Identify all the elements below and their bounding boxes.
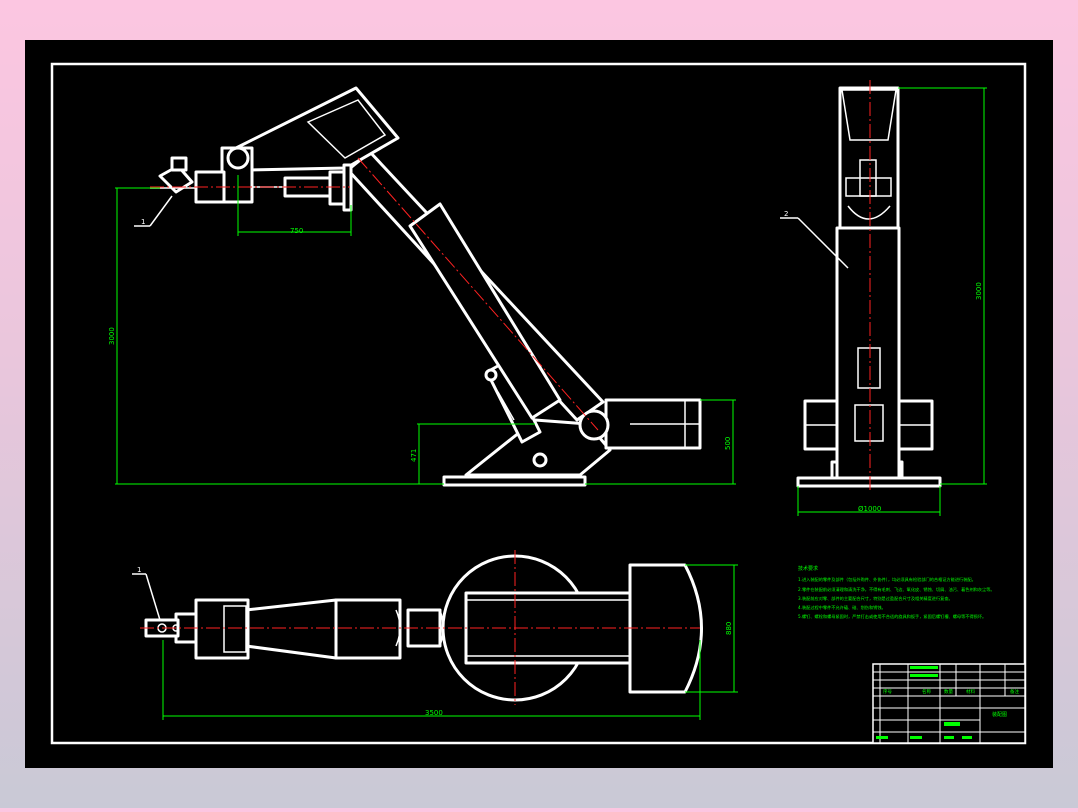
base-plate xyxy=(442,475,587,487)
tb-mark xyxy=(962,736,972,739)
base-pin xyxy=(532,452,548,468)
tb-col-2: 名称 xyxy=(922,688,931,695)
cad-viewer: 750 3000 471 500 1 3000 Ø1000 2 3500 880… xyxy=(0,0,1078,808)
part-label-2: 2 xyxy=(784,210,788,218)
tb-mark xyxy=(910,736,922,739)
dim-front-base-width: Ø1000 xyxy=(858,505,881,513)
dim-top-width: 880 xyxy=(725,622,733,635)
tech-line-5: 5.螺钉、螺栓和螺母紧固时，严禁打击或使用不合适的旋具和扳手，紧固后螺钉槽、螺母… xyxy=(798,613,986,620)
dim-side-height: 3000 xyxy=(108,327,116,345)
elbow-joint xyxy=(226,146,250,170)
tb-col-5: 备注 xyxy=(1010,688,1019,695)
part-label-1: 1 xyxy=(141,218,145,226)
dim-side-reach: 750 xyxy=(290,227,303,235)
tech-line-3: 3.装配前应对零、部件的主要配合尺寸，特别是过盈配合尺寸及相关精度进行复查。 xyxy=(798,595,953,602)
tech-line-2: 2.零件在装配前必须清理和清洗干净，不得有毛刺、飞边、氧化皮、锈蚀、切屑、油污、… xyxy=(798,586,995,593)
tb-col-1: 序号 xyxy=(883,688,892,695)
tb-mark xyxy=(944,722,960,726)
dim-side-base-height: 471 xyxy=(410,449,418,462)
top-wrist xyxy=(194,598,250,660)
tech-line-1: 1.进入装配的零件及部件（包括外购件、外协件），均必须具有检验部门的合格证方能进… xyxy=(798,576,976,583)
title-block: 序号 名称 数量 材料 备注 装配图 xyxy=(872,663,1026,744)
title-block-frame xyxy=(872,663,1026,744)
tech-title: 技术要求 xyxy=(798,565,818,572)
top-upper-arm xyxy=(334,598,402,660)
tb-mark xyxy=(876,736,888,739)
tb-mark xyxy=(910,666,938,669)
cylinder-pin xyxy=(484,368,498,382)
top-taper xyxy=(244,598,338,660)
tb-mark xyxy=(910,674,938,677)
part-label-1b: 1 xyxy=(137,566,141,574)
tb-mark xyxy=(944,736,954,739)
tech-line-4: 4.装配过程中零件不允许磕、碰、划伤和锈蚀。 xyxy=(798,604,886,611)
assembly-drawing: 750 3000 471 500 1 3000 Ø1000 2 3500 880… xyxy=(25,40,1053,768)
dim-front-height: 3000 xyxy=(975,282,983,300)
tb-col-4: 材料 xyxy=(966,688,975,695)
gripper-body xyxy=(170,156,188,172)
dim-top-length: 3500 xyxy=(425,709,443,717)
tb-col-3: 数量 xyxy=(944,688,953,695)
dim-side-joint-height: 500 xyxy=(724,437,732,450)
tb-title: 装配图 xyxy=(992,711,1007,718)
